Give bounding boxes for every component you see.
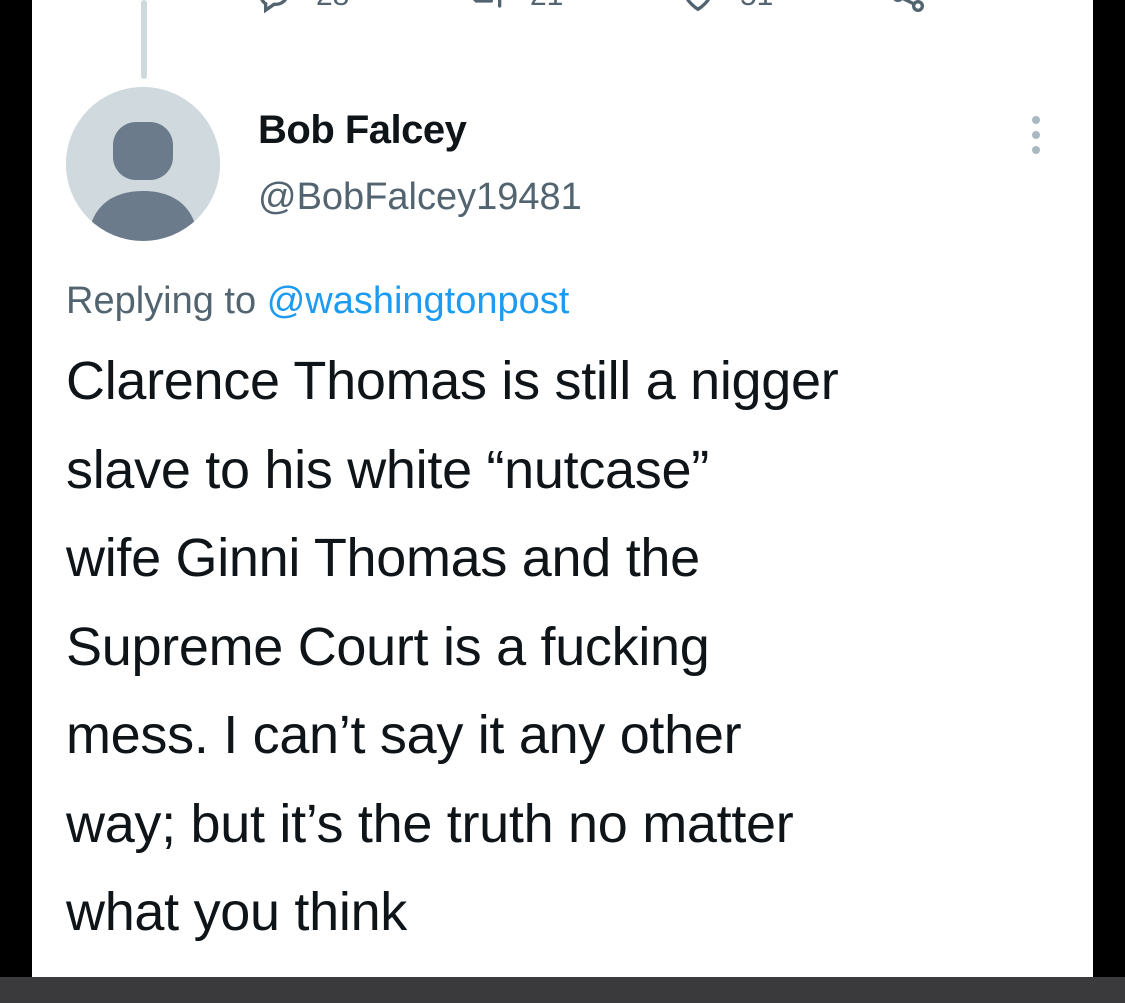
tweet-text-line: wife Ginni Thomas and the — [66, 528, 700, 588]
like-count: 51 — [740, 0, 773, 13]
reply-button[interactable]: 28 — [254, 0, 349, 16]
tweet-text-line: slave to his white “nutcase” — [66, 439, 709, 500]
share-button[interactable] — [888, 0, 928, 16]
thread-connector-line — [141, 0, 147, 79]
author-handle[interactable]: @BobFalcey19481 — [258, 176, 582, 219]
retweet-icon — [468, 0, 508, 16]
tweet-card: 28 21 51 Bob Fal — [32, 0, 1093, 1003]
replying-to-line: Replying to @washingtonpost — [66, 280, 569, 323]
previous-tweet-action-bar: 28 21 51 — [32, 0, 1093, 16]
tweet-text: Clarence Thomas is still a nigger slave … — [66, 337, 1076, 957]
tweet-text-line: Clarence Thomas is still a nigger — [66, 351, 839, 411]
retweet-button[interactable]: 21 — [468, 0, 563, 16]
replying-to-mention[interactable]: @washingtonpost — [267, 280, 570, 322]
reply-icon — [254, 0, 294, 16]
author-display-name[interactable]: Bob Falcey — [258, 108, 467, 153]
replying-to-label: Replying to — [66, 280, 257, 322]
retweet-count: 21 — [530, 0, 563, 13]
tweet-text-line: Supreme Court is a fucking — [66, 616, 710, 677]
default-avatar-icon — [66, 87, 220, 241]
bottom-overlay-bar — [0, 977, 1125, 1003]
tweet-text-line: way; but it’s the truth no matter — [66, 793, 794, 854]
avatar[interactable] — [66, 87, 220, 241]
like-button[interactable]: 51 — [678, 0, 773, 16]
reply-count: 28 — [316, 0, 349, 13]
tweet-text-line: what you think — [66, 882, 407, 942]
heart-icon — [678, 0, 718, 16]
tweet-text-line: mess. I can’t say it any other — [66, 705, 742, 765]
more-options-button[interactable] — [1020, 108, 1052, 162]
share-icon — [888, 0, 928, 16]
more-vertical-icon — [1032, 116, 1040, 124]
